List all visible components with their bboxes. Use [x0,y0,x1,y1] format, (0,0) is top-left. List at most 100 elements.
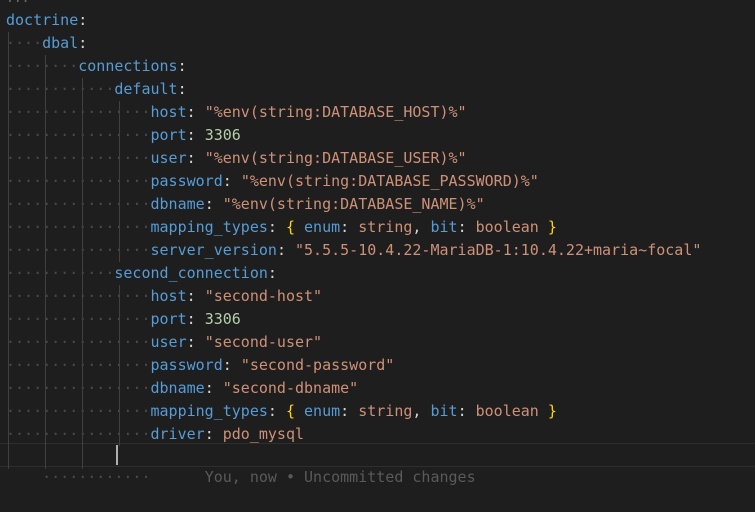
map-key: bit [430,402,458,420]
yaml-key: dbal [42,34,79,52]
yaml-key: port [150,126,187,144]
yaml-value: "second-password" [240,356,395,374]
yaml-key: host [150,103,187,121]
map-key: enum [304,218,341,236]
yaml-key: password [150,172,223,190]
yaml-value: "second-dbname" [222,379,359,397]
indent-whitespace: ················ [6,425,151,443]
code-line[interactable]: ················server_version: "5.5.5-1… [6,239,701,262]
code-line[interactable]: ········connections: [6,55,187,78]
yaml-key: user [150,333,187,351]
code-line[interactable]: ················host: "second-host" [6,285,322,308]
yaml-value: "%env(string:DATABASE_HOST)%" [204,103,467,121]
indent-whitespace: ················ [6,218,151,236]
code-line[interactable]: ············second_connection: [6,262,277,285]
indent-whitespace: ················ [6,126,151,144]
close-brace: } [547,218,557,236]
code-editor[interactable]: ... doctrine:····dbal:········connection… [0,0,755,489]
map-key: bit [430,218,458,236]
colon: : [78,34,88,52]
text-caret [116,445,118,465]
yaml-value: "5.5.5-10.4.22-MariaDB-1:10.4.22+maria~f… [295,241,702,259]
map-value: boolean [475,402,539,420]
yaml-key: doctrine [6,11,79,29]
yaml-key: driver [150,425,205,443]
yaml-key: port [150,310,187,328]
indent-whitespace: ················ [6,149,151,167]
code-line[interactable]: ················host: "%env(string:DATAB… [6,101,467,124]
yaml-key: dbname [150,379,205,397]
map-value: string [358,218,413,236]
colon: : [457,402,476,420]
colon: : [204,425,214,443]
code-line[interactable]: ················password: "%env(string:D… [6,170,539,193]
colon: : [267,264,277,282]
indent-whitespace: ············ [6,80,115,98]
yaml-key: host [150,287,187,305]
open-brace: { [285,218,295,236]
colon: : [186,310,196,328]
comma: , [412,218,431,236]
yaml-key: default [114,80,178,98]
code-line[interactable]: ················user: "second-user" [6,331,322,354]
code-line[interactable]: ················dbname: "second-dbname" [6,377,358,400]
indent-guide [8,32,9,469]
code-line[interactable]: ················password: "second-passwo… [6,354,394,377]
code-line[interactable]: ················mapping_types: { enum: s… [6,400,557,423]
code-line[interactable]: ················dbname: "%env(string:DAT… [6,193,485,216]
colon: : [340,218,359,236]
yaml-value: 3306 [204,310,241,328]
colon: : [267,402,277,420]
code-line[interactable]: ················user: "%env(string:DATAB… [6,147,467,170]
indent-whitespace: ············ [42,468,151,486]
code-line[interactable]: doctrine: [6,9,87,32]
code-line[interactable]: ············default: [6,78,187,101]
indent-whitespace: ················ [6,241,151,259]
yaml-key: dbname [150,195,205,213]
colon: : [186,126,196,144]
indent-whitespace: ················ [6,310,151,328]
code-line[interactable]: ················mapping_types: { enum: s… [6,216,557,239]
indent-guide [45,55,46,469]
colon: : [204,195,214,213]
code-line[interactable]: ····dbal: [6,32,87,55]
colon: : [186,103,196,121]
yaml-key: mapping_types [150,402,268,420]
colon: : [78,11,88,29]
yaml-key: connections [78,57,178,75]
code-line[interactable]: ················port: 3306 [6,124,241,147]
yaml-value: "second-user" [204,333,323,351]
indent-whitespace: ················ [6,195,151,213]
indent-whitespace: ················ [6,356,151,374]
indent-whitespace: ················ [6,379,151,397]
cursor-line[interactable]: ············ You, now • Uncommitted chan… [6,443,476,486]
yaml-value: 3306 [204,126,241,144]
yaml-value: "second-host" [204,287,323,305]
indent-guide [119,285,120,446]
code-line[interactable]: ················port: 3306 [6,308,241,331]
indent-guide [82,78,83,469]
colon: : [222,356,232,374]
map-key: enum [304,402,341,420]
folded-marker: ... [6,0,29,6]
colon: : [186,287,196,305]
indent-whitespace: ············ [6,264,115,282]
yaml-value: pdo_mysql [222,425,305,443]
colon: : [186,333,196,351]
colon: : [222,172,232,190]
indent-whitespace: ················ [6,333,151,351]
colon: : [177,57,187,75]
close-brace: } [547,402,557,420]
